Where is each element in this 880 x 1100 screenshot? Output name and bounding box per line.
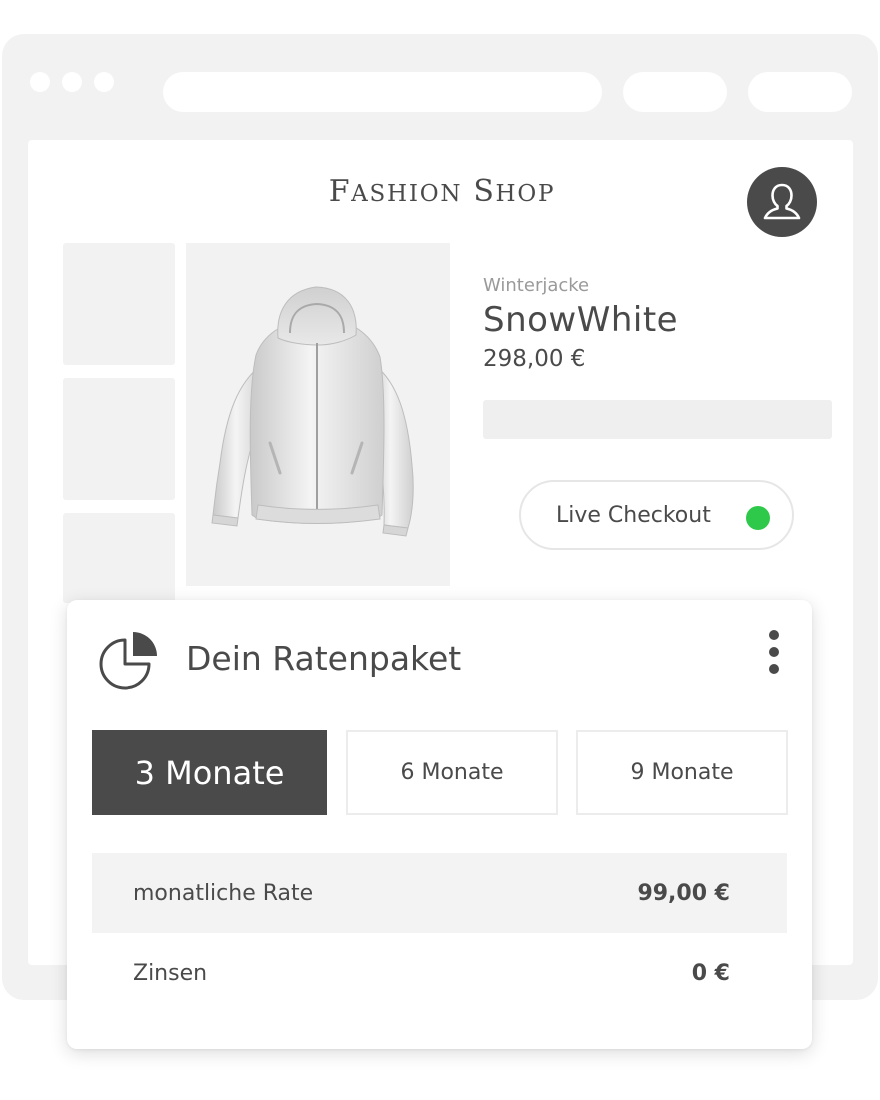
- product-price: 298,00 €: [483, 346, 586, 372]
- toolbar-button[interactable]: [748, 72, 852, 112]
- product-name: SnowWhite: [483, 300, 679, 340]
- pie-chart-icon: [99, 632, 157, 690]
- term-option-3[interactable]: 3 Monate: [92, 730, 327, 815]
- installment-title: Dein Ratenpaket: [186, 639, 462, 678]
- online-status-indicator: [746, 506, 770, 530]
- term-option-6[interactable]: 6 Monate: [346, 730, 558, 815]
- window-control-dot[interactable]: [62, 72, 82, 92]
- window-control-dot[interactable]: [30, 72, 50, 92]
- user-icon: [763, 183, 801, 220]
- live-checkout-button[interactable]: Live Checkout: [519, 480, 794, 550]
- product-thumbnail[interactable]: [63, 243, 175, 365]
- window-control-dot[interactable]: [94, 72, 114, 92]
- interest-label: Zinsen: [133, 960, 208, 986]
- installment-card: Dein Ratenpaket 3 Monate 6 Monate 9 Mona…: [67, 600, 812, 1049]
- interest-value: 0 €: [691, 960, 730, 986]
- term-option-9[interactable]: 9 Monate: [576, 730, 788, 815]
- more-vertical-icon[interactable]: [763, 630, 785, 676]
- product-category: Winterjacke: [483, 275, 590, 296]
- jacket-image: [211, 286, 414, 537]
- account-button[interactable]: [747, 167, 817, 237]
- live-checkout-label: Live Checkout: [556, 502, 711, 528]
- product-thumbnail[interactable]: [63, 378, 175, 500]
- toolbar-button[interactable]: [623, 72, 727, 112]
- shop-logo[interactable]: FASHION SHOP: [322, 174, 562, 209]
- interest-row: Zinsen 0 €: [92, 933, 787, 1013]
- product-image[interactable]: [186, 243, 450, 586]
- monthly-rate-value: 99,00 €: [637, 880, 730, 906]
- address-bar[interactable]: [163, 72, 602, 112]
- shop-logo-text: FASHION SHOP: [328, 174, 556, 209]
- variant-selector[interactable]: [483, 400, 832, 439]
- monthly-rate-row: monatliche Rate 99,00 €: [92, 853, 787, 933]
- monthly-rate-label: monatliche Rate: [133, 880, 314, 906]
- product-thumbnail[interactable]: [63, 513, 175, 603]
